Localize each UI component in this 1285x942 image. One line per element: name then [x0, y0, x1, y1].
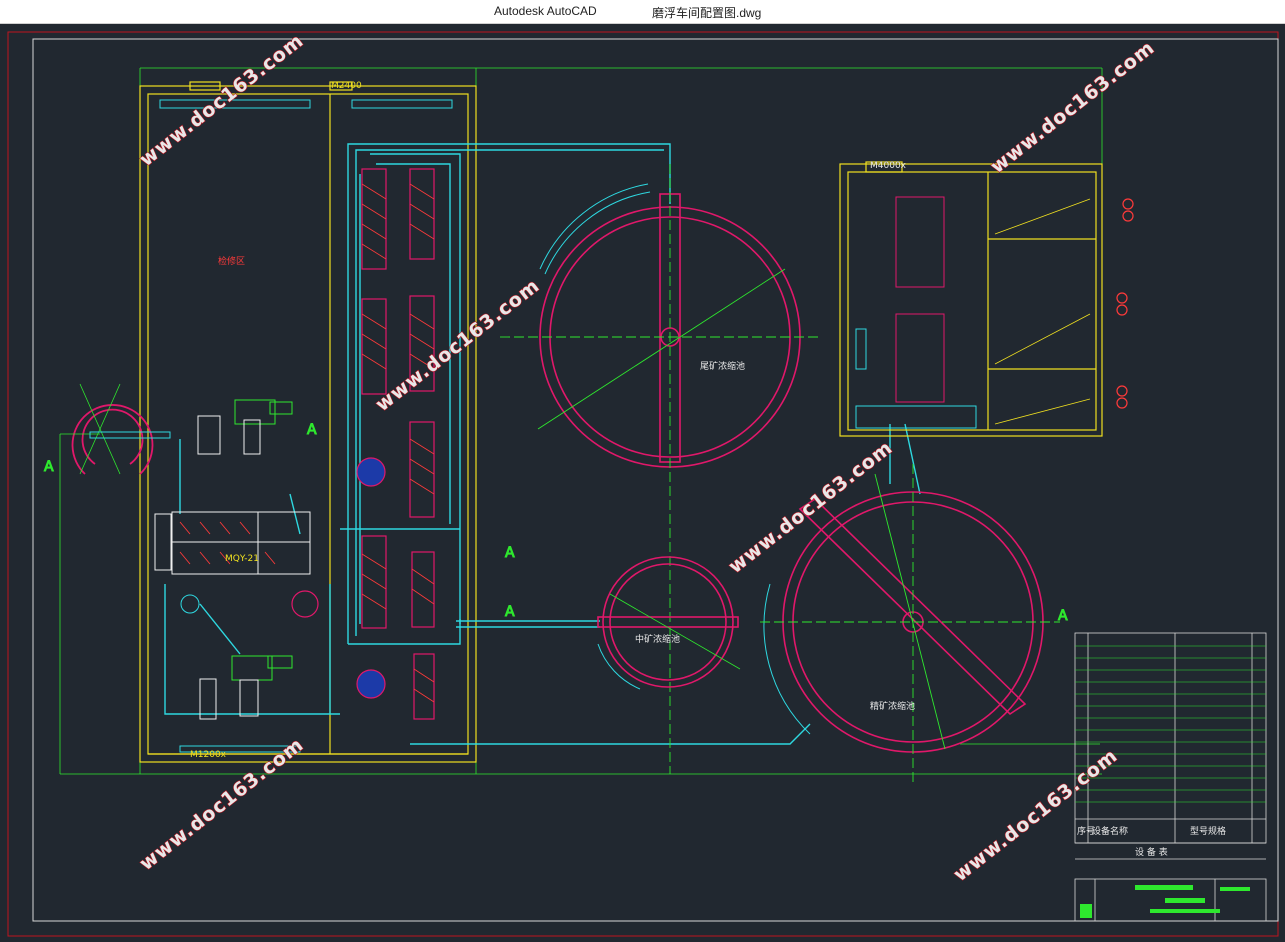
section-mark-left: A	[44, 459, 54, 475]
crane-label-right: M4000x	[870, 161, 907, 171]
ball-mill	[154, 511, 311, 575]
flotation-cells	[361, 168, 435, 720]
drawing-canvas[interactable]: M2400 M1200x 检修区 MQY-21 尾矿浓缩池 中矿浓缩池 精矿浓缩…	[0, 24, 1285, 942]
drawing-frame	[32, 38, 1279, 922]
area-label-tailings: 尾矿浓缩池	[700, 360, 745, 372]
filter-building	[839, 161, 1103, 437]
area-label-maintenance: 检修区	[218, 255, 245, 267]
vacuum-pumps	[1116, 198, 1134, 409]
section-mark-a2: A	[505, 545, 515, 561]
area-label-middlings: 中矿浓缩池	[635, 633, 680, 645]
sheet-border	[7, 31, 1279, 937]
table-header-spec: 型号规格	[1190, 825, 1226, 837]
section-mark-a3: A	[505, 604, 515, 620]
crane-rails	[159, 99, 453, 753]
drive-units	[231, 399, 293, 681]
watermark-2: www.doc163.com	[372, 274, 544, 415]
crane-label-bottom: M1200x	[190, 750, 227, 760]
pumps	[291, 457, 386, 699]
app-name: Autodesk AutoCAD	[494, 4, 597, 18]
flotation-cell-hatching	[361, 183, 435, 703]
watermark-4: www.doc163.com	[725, 436, 897, 577]
mill-label: MQY-21	[225, 554, 259, 564]
watermark-3: www.doc163.com	[987, 36, 1159, 177]
table-title: 设 备 表	[1135, 846, 1168, 858]
section-mark-right: A	[1058, 608, 1068, 624]
table-header-name: 设备名称	[1092, 825, 1128, 837]
equipment-table	[1074, 632, 1267, 922]
watermark-6: www.doc163.com	[950, 744, 1122, 885]
file-name: 磨浮车间配置图.dwg	[652, 6, 762, 20]
dimension-lines	[59, 67, 1103, 775]
equipment-table-rows	[1075, 645, 1266, 803]
section-mark-a1: A	[307, 422, 317, 438]
crane-label-top: M2400	[331, 81, 362, 91]
title-bar: Autodesk AutoCAD 磨浮车间配置图.dwg	[0, 0, 1285, 24]
title-block-fills	[1080, 885, 1250, 918]
pipelines	[164, 143, 921, 745]
area-label-concentrate: 精矿浓缩池	[870, 700, 915, 712]
middlings-thickener	[597, 556, 739, 690]
